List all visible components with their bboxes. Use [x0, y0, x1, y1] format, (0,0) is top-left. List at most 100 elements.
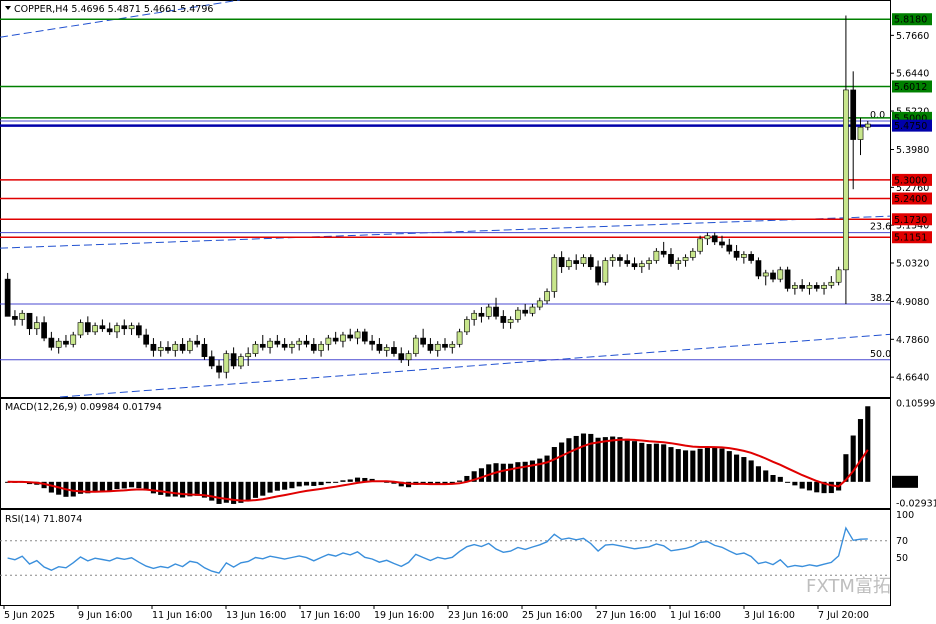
candle-body	[63, 340, 69, 345]
candle-body	[507, 319, 514, 323]
macd-bar	[551, 447, 557, 482]
candle-body	[26, 312, 33, 330]
candle-body	[493, 306, 499, 317]
candle-body	[48, 337, 55, 348]
macd-bar	[777, 476, 783, 482]
macd-pane[interactable]: 0.10599 0.00 -0.02931	[0, 398, 936, 509]
price-tick-label: 4.7860	[896, 335, 929, 346]
candle-body	[697, 238, 703, 252]
macd-bar	[158, 481, 164, 495]
symbol-dropdown-icon[interactable]	[5, 6, 11, 10]
macd-bar	[508, 463, 514, 482]
macd-bar	[267, 481, 273, 493]
candle-body	[544, 291, 550, 302]
macd-tick-label: 0.00	[894, 477, 915, 488]
candle-body	[106, 328, 113, 333]
candle-body	[150, 343, 157, 351]
candle-body	[4, 278, 11, 317]
candle-body	[755, 260, 762, 277]
candle-body	[770, 272, 776, 280]
macd-bar	[697, 448, 703, 482]
time-tick-label: 3 Jul 16:00	[744, 610, 795, 621]
macd-bar	[668, 447, 674, 482]
fib-level-label: 0.0	[870, 110, 885, 121]
candle-body	[201, 343, 208, 357]
macd-bar	[726, 451, 732, 482]
macd-bar	[588, 433, 594, 482]
candle-body	[194, 340, 201, 345]
macd-bar	[566, 438, 572, 482]
candle-body	[726, 244, 733, 252]
macd-bar	[537, 458, 543, 482]
trading-chart[interactable]: 5.76605.64405.52205.39805.27605.15405.03…	[0, 0, 936, 624]
fib-level-label: 38.2	[870, 293, 891, 304]
price-tick-label: 5.7660	[896, 31, 929, 42]
candle-body	[515, 309, 521, 320]
candle-body	[41, 322, 47, 339]
candle-body	[704, 235, 711, 240]
price-tick-label: 5.6440	[896, 69, 929, 80]
candle-body	[136, 325, 142, 336]
candle-body	[689, 250, 696, 258]
rsi-title: RSI(14) 71.8074	[5, 514, 82, 525]
price-pane[interactable]: 5.76605.64405.52205.39805.27605.15405.03…	[0, 0, 932, 398]
macd-bar	[274, 481, 280, 491]
candle-body	[361, 331, 368, 342]
macd-bar	[595, 437, 601, 482]
candle-body	[99, 325, 106, 330]
candle-body	[157, 347, 164, 351]
macd-bar	[828, 481, 834, 494]
macd-bar	[165, 481, 171, 497]
candle-body	[609, 257, 616, 261]
macd-bar	[311, 481, 317, 486]
candle-body	[77, 322, 84, 336]
rsi-tick-label: 100	[896, 510, 914, 521]
macd-bar	[755, 466, 761, 482]
candle-body	[485, 306, 492, 317]
candle-body	[427, 343, 434, 351]
candle-body	[558, 257, 565, 268]
macd-bar	[282, 481, 288, 490]
candle-body	[114, 325, 120, 333]
candle-body	[267, 340, 273, 348]
candle-body	[456, 331, 463, 345]
macd-bar	[245, 481, 251, 502]
macd-bar	[194, 481, 200, 496]
price-tick-label: 4.9080	[896, 297, 929, 308]
candle-body	[303, 340, 310, 345]
candle-body	[33, 322, 40, 330]
candle-body	[230, 353, 237, 367]
rsi-pane[interactable]: 100 70 50	[0, 509, 914, 606]
candle-body	[580, 257, 587, 264]
macd-bar	[610, 436, 616, 482]
macd-bar	[260, 481, 266, 496]
macd-bar	[857, 419, 864, 482]
macd-bar	[333, 481, 339, 483]
macd-bar	[865, 406, 871, 482]
candle-body	[624, 260, 631, 264]
candle-body	[70, 334, 77, 345]
candle-body	[172, 343, 179, 351]
macd-bar	[114, 481, 120, 490]
candle-body	[340, 334, 346, 342]
candle-body	[806, 285, 813, 289]
candle-body	[347, 334, 354, 339]
macd-bar	[653, 443, 659, 482]
candle-body	[828, 281, 835, 286]
macd-bar	[515, 462, 521, 482]
candle-body	[638, 263, 645, 268]
candle-body	[733, 250, 740, 258]
candle-body	[500, 316, 507, 323]
candle-body	[376, 343, 383, 351]
price-tick-label: 4.6640	[896, 373, 929, 384]
candle-body	[165, 347, 171, 351]
candle-body	[289, 343, 295, 348]
macd-bar	[602, 437, 608, 482]
candle-body	[442, 343, 448, 348]
macd-bar	[799, 481, 805, 489]
candle-body	[864, 123, 871, 128]
macd-bar	[121, 481, 127, 489]
candle-body	[784, 269, 791, 289]
candle-body	[602, 260, 609, 283]
candle-body	[325, 337, 332, 345]
